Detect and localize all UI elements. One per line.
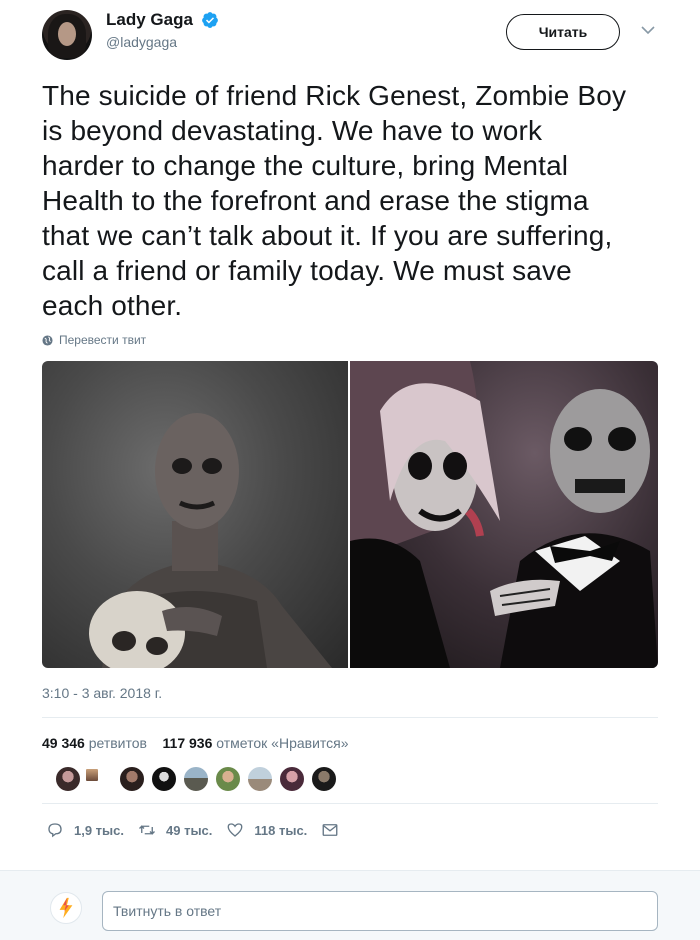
- translate-tweet-link[interactable]: Перевести твит: [42, 333, 146, 347]
- direct-message-button[interactable]: [321, 821, 339, 839]
- media-photo-left[interactable]: [42, 361, 348, 668]
- likes-stat[interactable]: 117 936 отметок «Нравится»: [163, 735, 349, 751]
- globe-icon: [42, 334, 53, 346]
- verified-badge-icon: [202, 12, 219, 28]
- couple-skull-makeup-photo: [350, 361, 658, 668]
- retweets-stat[interactable]: 49 346 ретвитов: [42, 735, 147, 751]
- author-avatar[interactable]: [42, 10, 92, 60]
- like-button[interactable]: 118 тыс.: [226, 821, 307, 839]
- liker-avatar[interactable]: [55, 766, 81, 792]
- likes-count: 117 936: [162, 735, 213, 751]
- liker-avatar[interactable]: [85, 768, 99, 782]
- chevron-down-icon[interactable]: [640, 22, 656, 38]
- retweet-icon: [139, 825, 155, 835]
- lightning-egg-icon: [59, 897, 73, 919]
- liker-avatar[interactable]: [215, 766, 241, 792]
- retweet-count: 49 тыс.: [166, 822, 213, 838]
- follow-button[interactable]: Читать: [506, 14, 620, 50]
- tweet-text-line: is beyond devastating. We have to work: [42, 115, 543, 146]
- tweet-header: Lady Gaga @ladygaga Читать: [42, 8, 658, 60]
- envelope-icon: [322, 824, 338, 836]
- current-user-avatar: [50, 892, 82, 924]
- liker-avatar[interactable]: [311, 766, 337, 792]
- reply-count: 1,9 тыс.: [74, 822, 124, 838]
- author-name[interactable]: Lady Gaga: [106, 10, 193, 30]
- author-info[interactable]: Lady Gaga @ladygaga: [106, 10, 219, 50]
- tweet-media[interactable]: [42, 361, 658, 668]
- tweet-text-line: call a friend or family today. We must s…: [42, 255, 572, 286]
- media-photo-right[interactable]: [350, 361, 658, 668]
- retweets-label: ретвитов: [88, 735, 147, 751]
- tweet-stats: 49 346 ретвитов 117 936 отметок «Нравитс…: [42, 735, 349, 751]
- retweet-button[interactable]: 49 тыс.: [138, 821, 212, 839]
- like-count: 118 тыс.: [254, 822, 308, 838]
- tweet-text-line: that we can’t talk about it. If you are …: [42, 220, 613, 251]
- tattooed-man-photo: [89, 413, 332, 668]
- tweet-actions: 1,9 тыс. 49 тыс. 118 тыс.: [46, 820, 353, 840]
- tweet-text-line: each other.: [42, 290, 183, 321]
- tweet-text-line: The suicide of friend Rick Genest, Zombi…: [42, 80, 627, 111]
- tweet-text-line: Health to the forefront and erase the st…: [42, 185, 589, 216]
- divider: [42, 803, 658, 804]
- liker-avatar[interactable]: [151, 766, 177, 792]
- author-handle[interactable]: @ladygaga: [106, 34, 219, 50]
- retweets-count: 49 346: [42, 735, 85, 751]
- liker-avatar[interactable]: [247, 766, 273, 792]
- reply-button[interactable]: 1,9 тыс.: [46, 821, 124, 839]
- likes-label: отметок «Нравится»: [216, 735, 349, 751]
- reply-icon: [48, 823, 62, 838]
- liker-avatar[interactable]: [119, 766, 145, 792]
- liker-avatar[interactable]: [183, 766, 209, 792]
- liker-avatar[interactable]: [279, 766, 305, 792]
- tweet-timestamp[interactable]: 3:10 - 3 авг. 2018 г.: [42, 685, 162, 701]
- tweet-text-line: harder to change the culture, bring Ment…: [42, 150, 569, 181]
- divider: [42, 717, 658, 718]
- tweet-text: The suicide of friend Rick Genest, Zombi…: [42, 78, 658, 323]
- translate-label[interactable]: Перевести твит: [59, 333, 146, 347]
- reply-input[interactable]: Твитнуть в ответ: [102, 891, 658, 931]
- heart-icon: [227, 823, 243, 837]
